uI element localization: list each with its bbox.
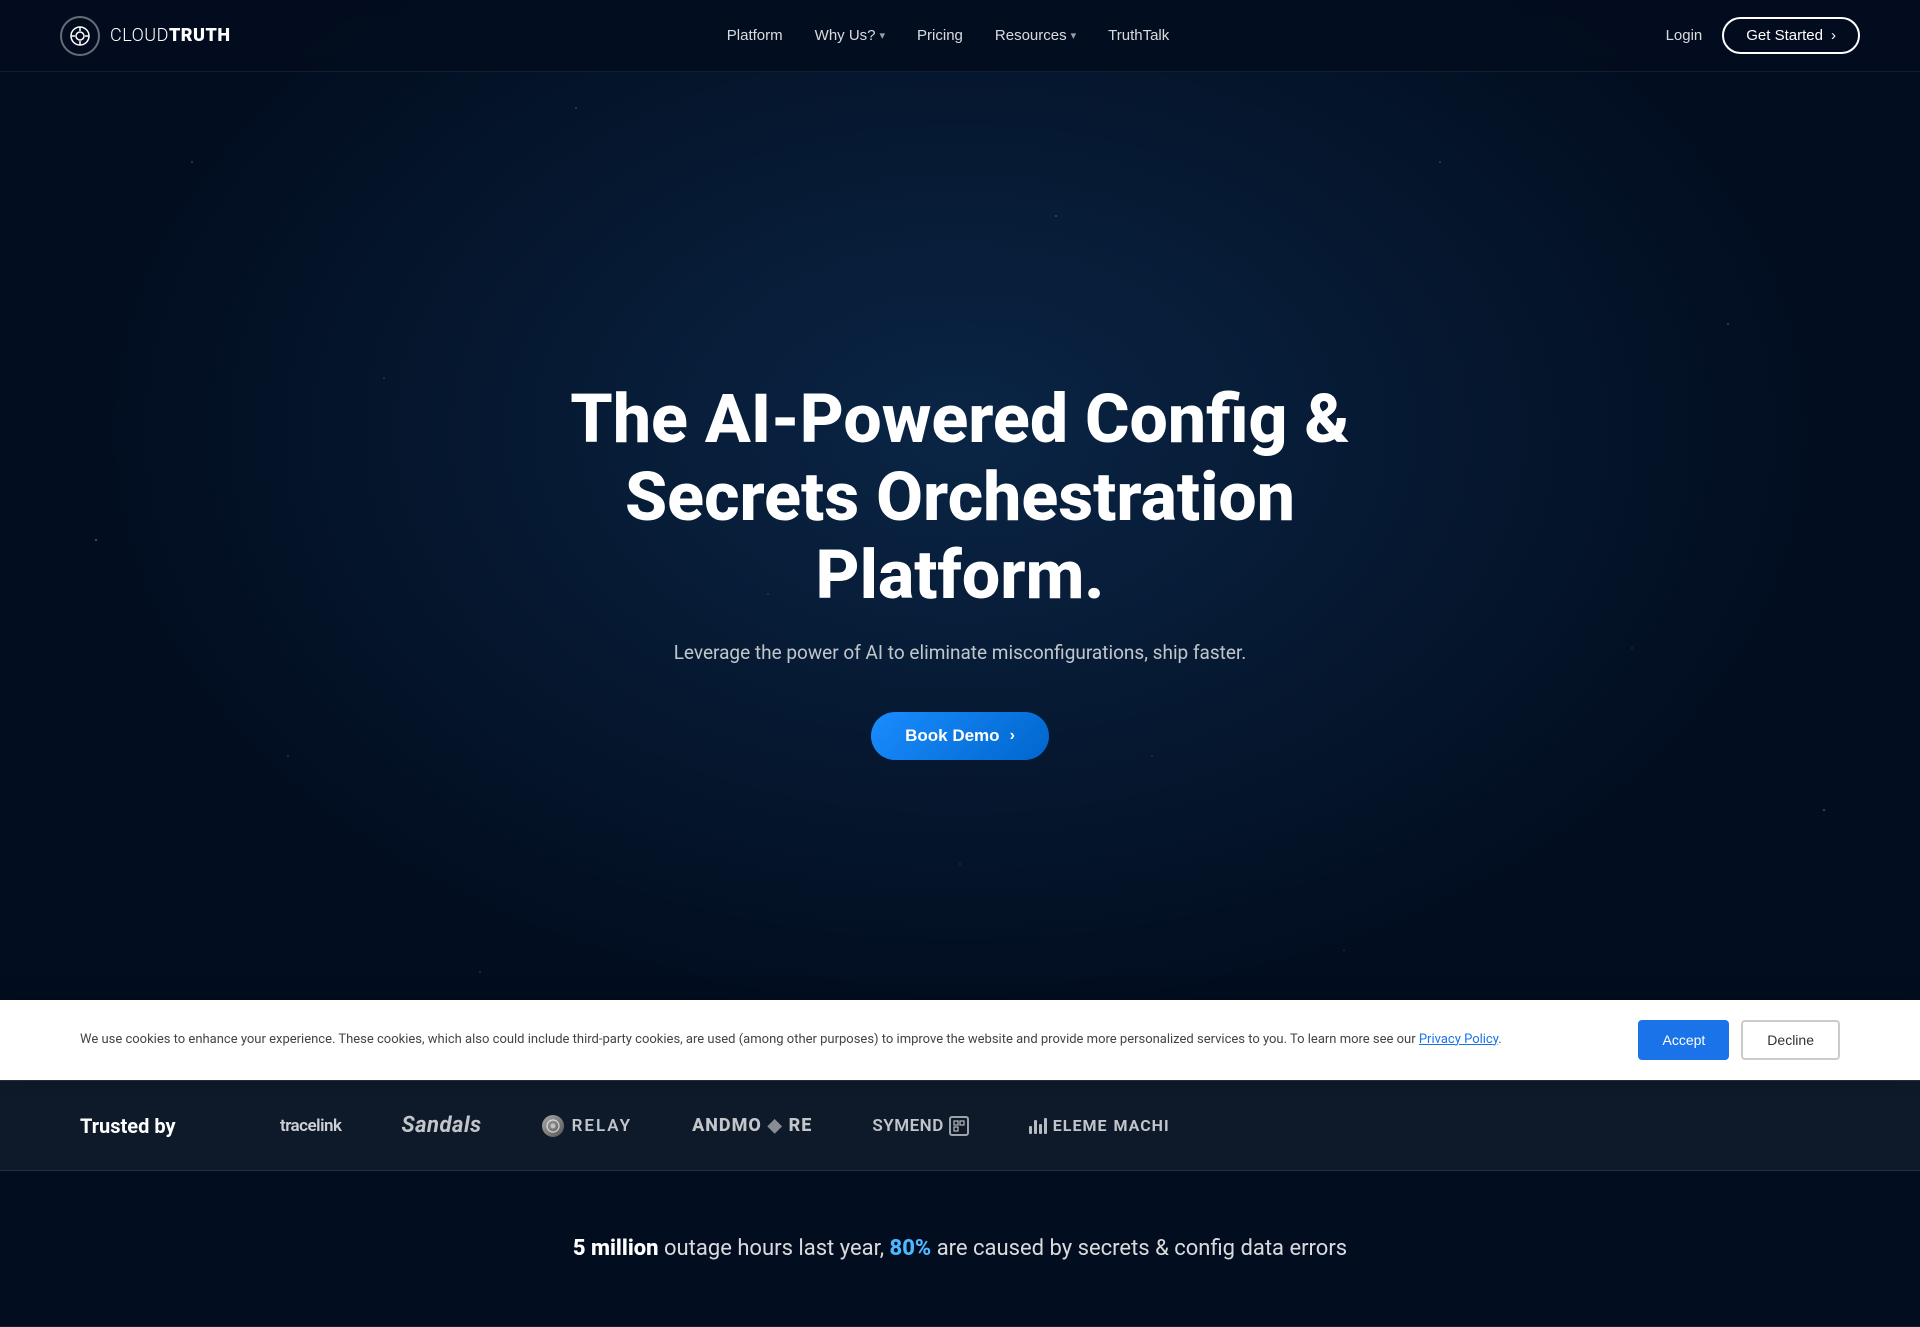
tracelink-logo: tracelink bbox=[280, 1116, 342, 1136]
sandals-logo: Sandals bbox=[402, 1113, 482, 1138]
trusted-logos: tracelink Sandals RELAY ANDMO◆RE SYMEND bbox=[280, 1113, 1840, 1138]
cookie-buttons: Accept Decline bbox=[1638, 1020, 1840, 1060]
nav-pricing[interactable]: Pricing bbox=[917, 27, 963, 44]
trusted-label: Trusted by bbox=[80, 1114, 220, 1138]
cookie-text: We use cookies to enhance your experienc… bbox=[80, 1030, 1598, 1051]
symend-logo: SYMEND bbox=[872, 1116, 968, 1136]
nav-truthtalk[interactable]: TruthTalk bbox=[1108, 27, 1169, 44]
logo[interactable]: CLOUDTRUTH bbox=[60, 16, 231, 56]
privacy-policy-link[interactable]: Privacy Policy bbox=[1419, 1032, 1498, 1047]
stats-highlight-2: 80% bbox=[890, 1236, 932, 1261]
hero-title: The AI-Powered Config & Secrets Orchestr… bbox=[510, 380, 1410, 615]
chevron-down-icon: ▾ bbox=[880, 29, 886, 42]
symend-icon bbox=[949, 1116, 969, 1136]
nav-platform[interactable]: Platform bbox=[727, 27, 783, 44]
get-started-button[interactable]: Get Started › bbox=[1722, 17, 1860, 54]
navbar: CLOUDTRUTH Platform Why Us? ▾ Pricing Re… bbox=[0, 0, 1920, 72]
logo-icon bbox=[60, 16, 100, 56]
relay-logo: RELAY bbox=[542, 1115, 633, 1137]
decline-button[interactable]: Decline bbox=[1741, 1020, 1840, 1060]
element-machine-logo: ELEME MACHI bbox=[1029, 1116, 1170, 1135]
arrow-right-icon: › bbox=[1831, 27, 1836, 44]
cookie-banner: We use cookies to enhance your experienc… bbox=[0, 1000, 1920, 1080]
nav-resources[interactable]: Resources ▾ bbox=[995, 27, 1076, 44]
trusted-section: Trusted by tracelink Sandals RELAY ANDMO… bbox=[0, 1080, 1920, 1171]
chevron-down-icon: ▾ bbox=[1071, 29, 1077, 42]
book-demo-button[interactable]: Book Demo › bbox=[871, 712, 1049, 760]
stats-highlight-1: 5 million bbox=[573, 1236, 659, 1261]
login-button[interactable]: Login bbox=[1666, 27, 1703, 44]
nav-right: Login Get Started › bbox=[1666, 17, 1860, 54]
arrow-right-icon: › bbox=[1010, 727, 1015, 745]
nav-why-us[interactable]: Why Us? ▾ bbox=[815, 27, 885, 44]
brand-name: CLOUDTRUTH bbox=[110, 25, 231, 46]
hero-section: The AI-Powered Config & Secrets Orchestr… bbox=[0, 0, 1920, 1080]
element-bars-icon bbox=[1029, 1118, 1047, 1134]
nav-links: Platform Why Us? ▾ Pricing Resources ▾ T… bbox=[727, 27, 1169, 44]
andmore-logo: ANDMO◆RE bbox=[692, 1115, 812, 1136]
accept-button[interactable]: Accept bbox=[1638, 1020, 1729, 1060]
stats-text: 5 million outage hours last year, 80% ar… bbox=[40, 1231, 1880, 1266]
stats-section: 5 million outage hours last year, 80% ar… bbox=[0, 1171, 1920, 1327]
hero-subtitle: Leverage the power of AI to eliminate mi… bbox=[674, 638, 1247, 668]
relay-icon bbox=[542, 1115, 564, 1137]
